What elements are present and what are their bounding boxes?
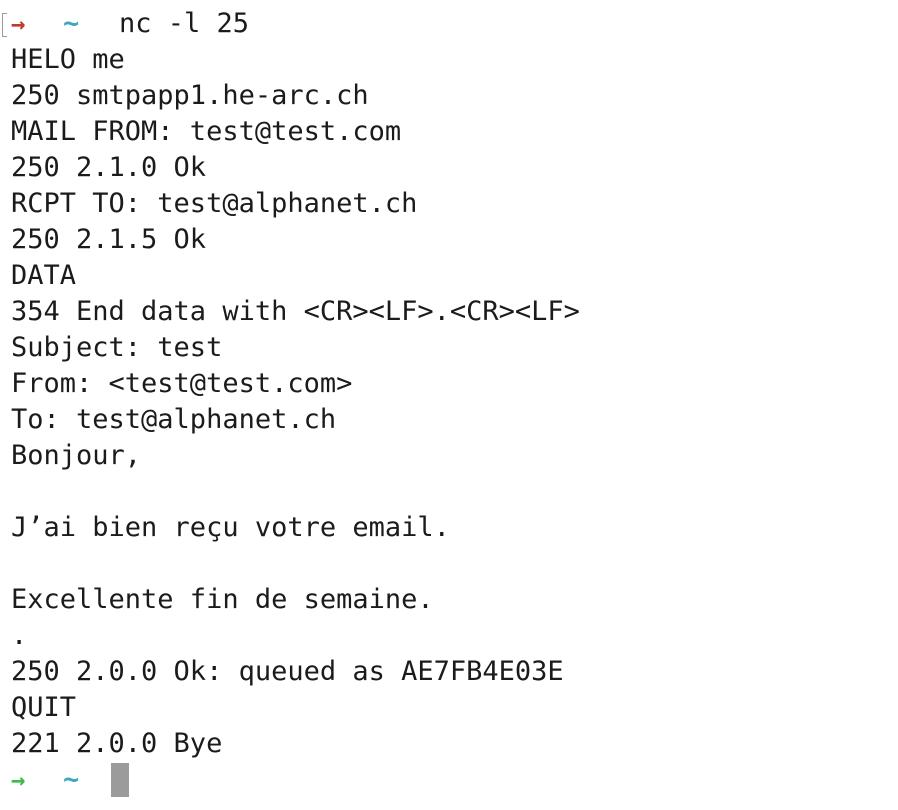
output-line: RCPT TO: test@alphanet.ch — [11, 188, 418, 219]
output-line: QUIT — [11, 692, 77, 723]
output-line: 250 smtpapp1.he-arc.ch — [11, 80, 369, 111]
output-line: MAIL FROM: test@test.com — [11, 116, 402, 147]
prompt-arrow-icon: → — [11, 766, 26, 794]
output-line: 221 2.0.0 Bye — [11, 728, 223, 759]
prompt-line-first: → ~ nc -l 25 — [11, 6, 891, 42]
output-line: 250 2.1.5 Ok — [11, 224, 207, 255]
output-line: 354 End data with <CR><LF>.<CR><LF> — [11, 296, 580, 327]
prompt-arrow-icon: → — [11, 10, 26, 38]
prompt-cwd: ~ — [63, 764, 80, 795]
terminal-output[interactable]: → ~ nc -l 25 HELO me 250 smtpapp1.he-arc… — [11, 6, 891, 798]
output-line: J’ai bien reçu votre email. — [11, 512, 450, 543]
output-line: 250 2.1.0 Ok — [11, 152, 207, 183]
output-line: DATA — [11, 260, 77, 291]
mark-bracket-icon — [2, 13, 7, 37]
prompt-line-current[interactable]: → ~ — [11, 762, 891, 798]
output-line: Excellente fin de semaine. — [11, 584, 434, 615]
prompt-command: nc -l 25 — [119, 8, 250, 39]
prompt-cwd: ~ — [63, 8, 80, 39]
block-cursor-icon — [111, 763, 129, 797]
output-line: HELO me — [11, 44, 125, 75]
output-line: 250 2.0.0 Ok: queued as AE7FB4E03E — [11, 656, 564, 687]
output-line: . — [11, 620, 28, 651]
output-line: Subject: test — [11, 332, 223, 363]
output-line: From: <test@test.com> — [11, 368, 353, 399]
output-line: To: test@alphanet.ch — [11, 404, 337, 435]
output-line: Bonjour, — [11, 440, 142, 471]
